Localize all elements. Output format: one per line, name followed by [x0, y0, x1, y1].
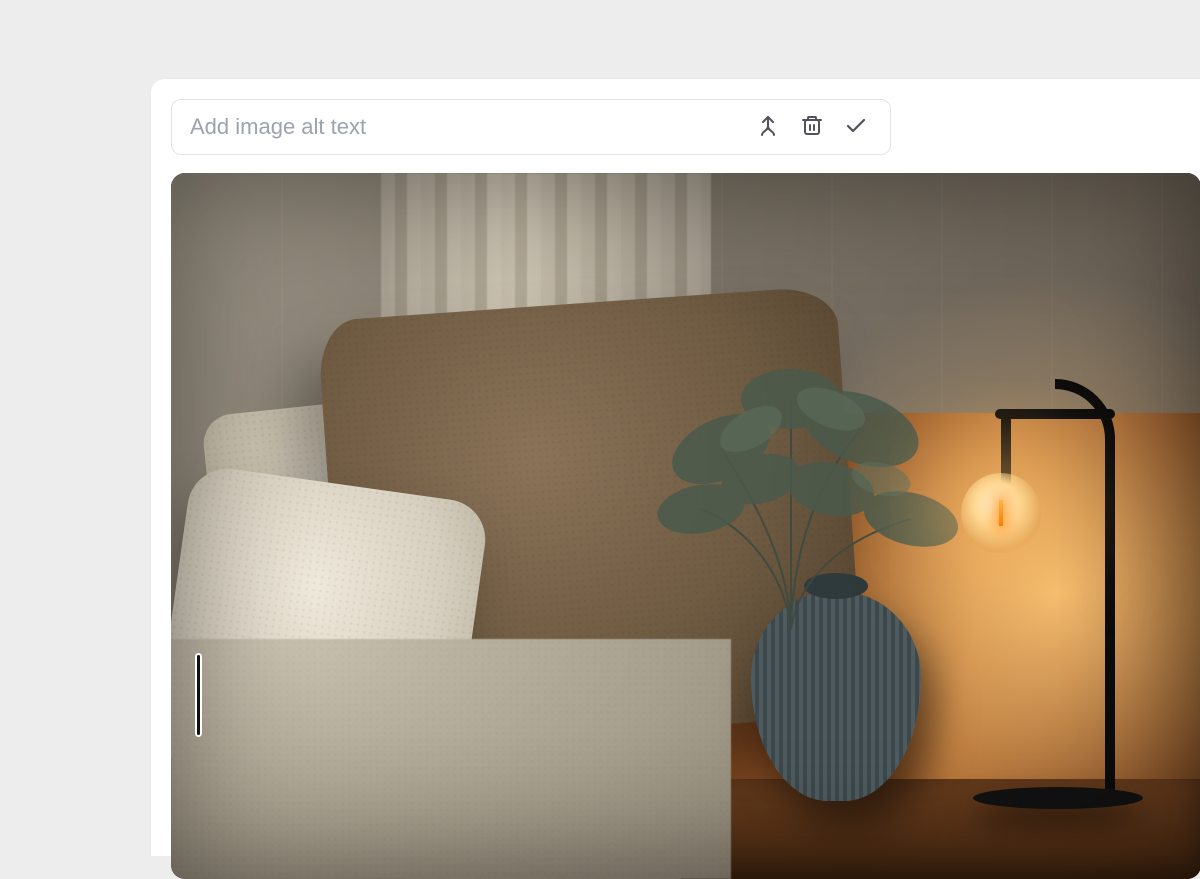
confirm-button[interactable]: [838, 109, 874, 145]
check-icon: [844, 114, 868, 141]
editor-panel: [150, 78, 1200, 856]
text-cursor-handle[interactable]: [195, 653, 202, 737]
trash-icon: [800, 114, 824, 141]
alt-text-toolbar: [171, 99, 891, 155]
merge-icon: [756, 114, 780, 141]
alt-text-input[interactable]: [190, 114, 742, 140]
merge-button[interactable]: [750, 109, 786, 145]
delete-button[interactable]: [794, 109, 830, 145]
image-preview[interactable]: [171, 173, 1200, 879]
image-content: [171, 173, 1200, 879]
